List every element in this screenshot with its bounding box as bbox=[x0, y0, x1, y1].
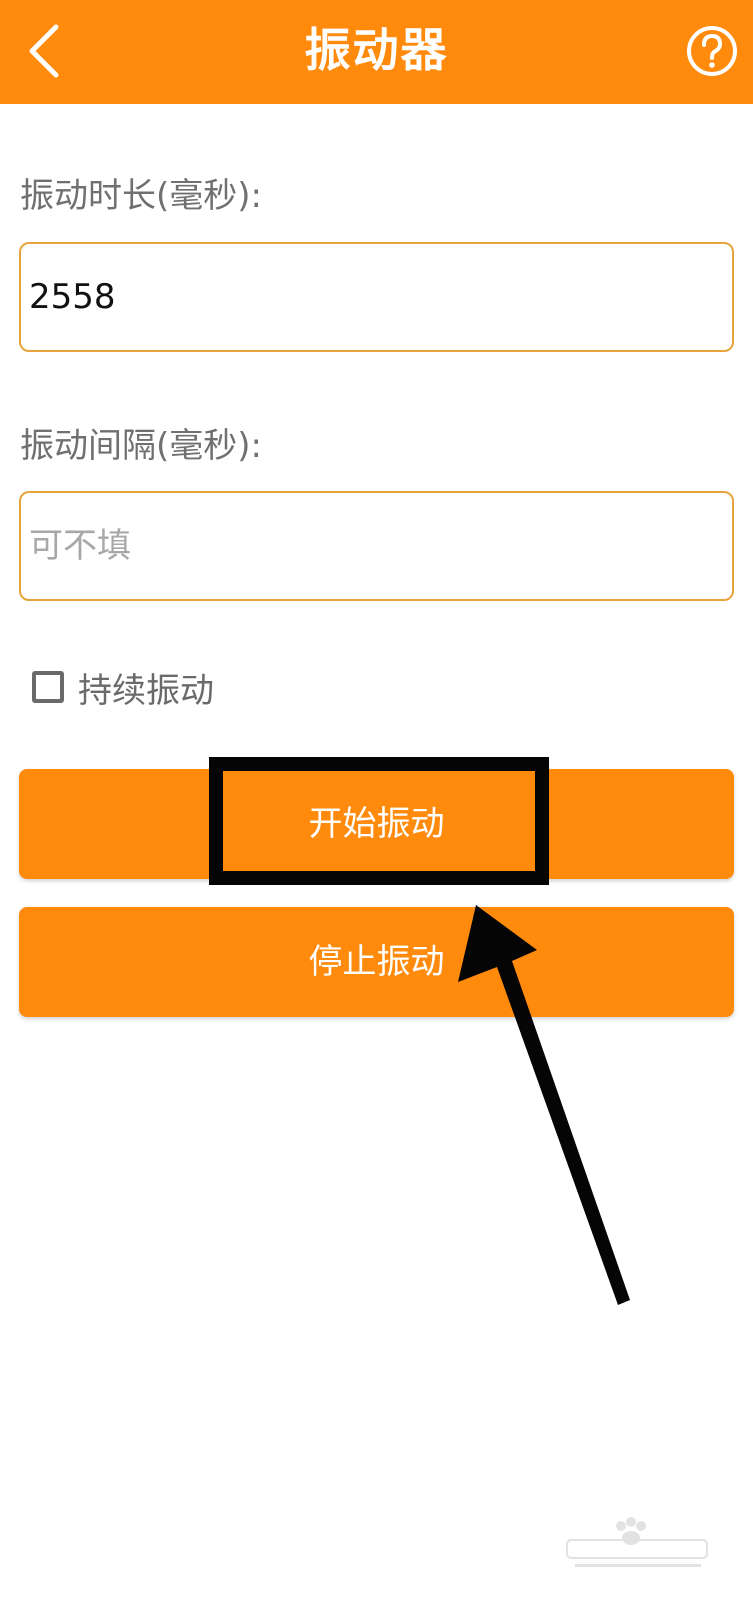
continuous-label: 持续振动 bbox=[78, 670, 214, 711]
interval-input[interactable] bbox=[19, 491, 734, 601]
duration-label: 振动时长(毫秒): bbox=[20, 176, 262, 216]
continuous-checkbox[interactable]: 持续振动 bbox=[32, 662, 214, 712]
help-circle-icon bbox=[687, 26, 737, 76]
start-vibration-button[interactable]: 开始振动 bbox=[19, 769, 734, 879]
interval-label: 振动间隔(毫秒): bbox=[20, 426, 262, 466]
app-bar: 振动器 bbox=[0, 0, 753, 104]
help-button[interactable] bbox=[683, 22, 741, 80]
checkbox-unchecked-icon[interactable] bbox=[32, 671, 64, 703]
duration-input[interactable] bbox=[19, 242, 734, 352]
watermark-logo bbox=[566, 1517, 708, 1567]
stop-vibration-button[interactable]: 停止振动 bbox=[19, 907, 734, 1017]
page-title: 振动器 bbox=[304, 23, 449, 77]
